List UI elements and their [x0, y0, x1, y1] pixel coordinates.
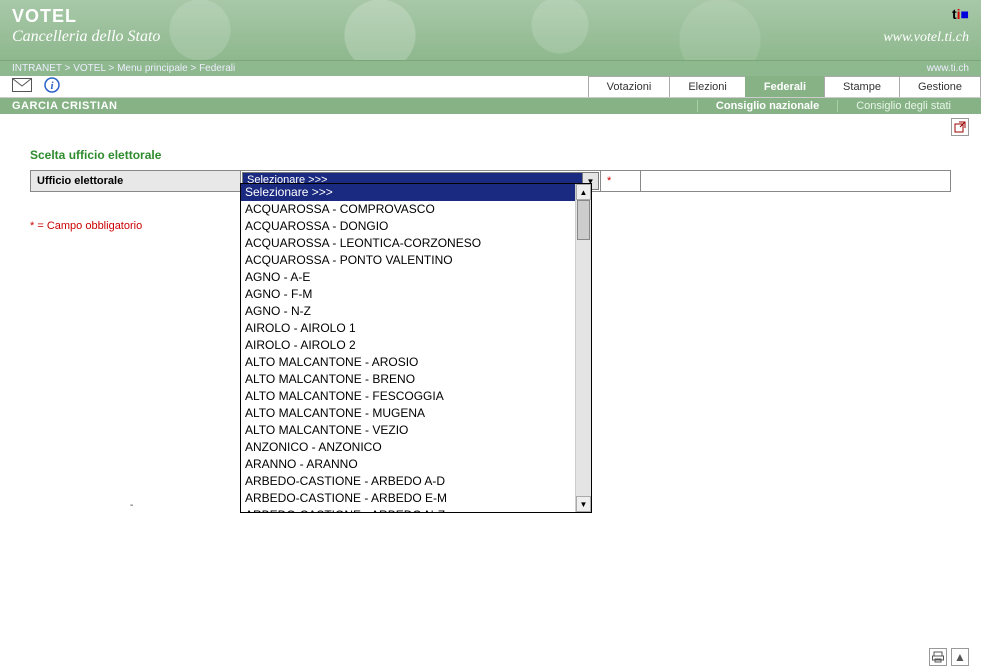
- current-user: GARCIA CRISTIAN: [12, 100, 117, 112]
- toolbar: i VotazioniElezioniFederaliStampeGestion…: [0, 76, 981, 98]
- breadcrumb-link[interactable]: Menu principale: [117, 63, 188, 74]
- dropdown-option[interactable]: ANZONICO - ANZONICO: [241, 439, 575, 456]
- dropdown-option[interactable]: ARBEDO-CASTIONE - ARBEDO N-Z: [241, 507, 575, 512]
- user-bar: GARCIA CRISTIAN Consiglio nazionaleConsi…: [0, 98, 981, 114]
- dropdown-option[interactable]: ALTO MALCANTONE - MUGENA: [241, 405, 575, 422]
- dropdown-option[interactable]: AGNO - A-E: [241, 269, 575, 286]
- dropdown-option[interactable]: ALTO MALCANTONE - FESCOGGIA: [241, 388, 575, 405]
- ufficio-dropdown[interactable]: Selezionare >>>ACQUAROSSA - COMPROVASCOA…: [240, 183, 592, 513]
- tab-elezioni[interactable]: Elezioni: [669, 76, 746, 97]
- required-marker: *: [601, 171, 641, 192]
- app-subtitle: Cancelleria dello Stato: [12, 28, 160, 46]
- text-caret: -: [130, 500, 133, 511]
- subtab[interactable]: Consiglio nazionale: [697, 100, 837, 112]
- dropdown-option[interactable]: ACQUAROSSA - DONGIO: [241, 218, 575, 235]
- field-label: Ufficio elettorale: [31, 171, 241, 192]
- tab-stampe[interactable]: Stampe: [824, 76, 900, 97]
- mail-icon[interactable]: [12, 78, 32, 95]
- dropdown-option[interactable]: ACQUAROSSA - COMPROVASCO: [241, 201, 575, 218]
- print-icon[interactable]: [929, 648, 947, 666]
- tab-federali[interactable]: Federali: [745, 76, 825, 97]
- scroll-top-icon[interactable]: ▲: [951, 648, 969, 666]
- scrollbar[interactable]: ▲ ▼: [575, 184, 591, 512]
- dropdown-option[interactable]: ALTO MALCANTONE - AROSIO: [241, 354, 575, 371]
- app-title: VOTEL: [12, 6, 77, 27]
- scroll-track[interactable]: [576, 200, 591, 496]
- breadcrumb-link[interactable]: Federali: [199, 63, 235, 74]
- ti-logo: ti■: [952, 6, 969, 22]
- scroll-down-icon[interactable]: ▼: [576, 496, 591, 512]
- dropdown-option[interactable]: AIROLO - AIROLO 2: [241, 337, 575, 354]
- dropdown-option[interactable]: ARBEDO-CASTIONE - ARBEDO E-M: [241, 490, 575, 507]
- tab-votazioni[interactable]: Votazioni: [588, 76, 671, 97]
- breadcrumb: INTRANET > VOTEL > Menu principale > Fed…: [0, 60, 981, 76]
- tab-gestione[interactable]: Gestione: [899, 76, 981, 97]
- dropdown-option[interactable]: ACQUAROSSA - LEONTICA-CORZONESO: [241, 235, 575, 252]
- dropdown-option[interactable]: AIROLO - AIROLO 1: [241, 320, 575, 337]
- scroll-thumb[interactable]: [577, 200, 590, 240]
- app-url: www.votel.ti.ch: [883, 30, 969, 46]
- dropdown-option[interactable]: AGNO - N-Z: [241, 303, 575, 320]
- scroll-up-icon[interactable]: ▲: [576, 184, 591, 200]
- dropdown-option[interactable]: ARANNO - ARANNO: [241, 456, 575, 473]
- breadcrumb-link[interactable]: VOTEL: [73, 63, 105, 74]
- section-title: Scelta ufficio elettorale: [30, 148, 951, 162]
- main-tabs: VotazioniElezioniFederaliStampeGestione: [589, 76, 981, 97]
- dropdown-option[interactable]: Selezionare >>>: [241, 184, 575, 201]
- popout-icon[interactable]: [951, 118, 969, 136]
- dropdown-option[interactable]: ARBEDO-CASTIONE - ARBEDO A-D: [241, 473, 575, 490]
- dropdown-option[interactable]: ALTO MALCANTONE - BRENO: [241, 371, 575, 388]
- sub-tabs: Consiglio nazionaleConsiglio degli stati: [697, 100, 969, 112]
- dropdown-option[interactable]: ACQUAROSSA - PONTO VALENTINO: [241, 252, 575, 269]
- dropdown-option[interactable]: ALTO MALCANTONE - VEZIO: [241, 422, 575, 439]
- header-banner: VOTEL Cancelleria dello Stato ti■ www.vo…: [0, 0, 981, 60]
- breadcrumb-link[interactable]: INTRANET: [12, 63, 62, 74]
- subtab[interactable]: Consiglio degli stati: [837, 100, 969, 112]
- spacer-cell: [641, 171, 951, 192]
- info-icon[interactable]: i: [44, 77, 60, 96]
- content-area: Scelta ufficio elettorale Ufficio eletto…: [0, 140, 981, 240]
- svg-text:i: i: [50, 80, 54, 92]
- dropdown-option[interactable]: AGNO - F-M: [241, 286, 575, 303]
- footer: ▲: [0, 644, 981, 670]
- external-url[interactable]: www.ti.ch: [927, 63, 969, 74]
